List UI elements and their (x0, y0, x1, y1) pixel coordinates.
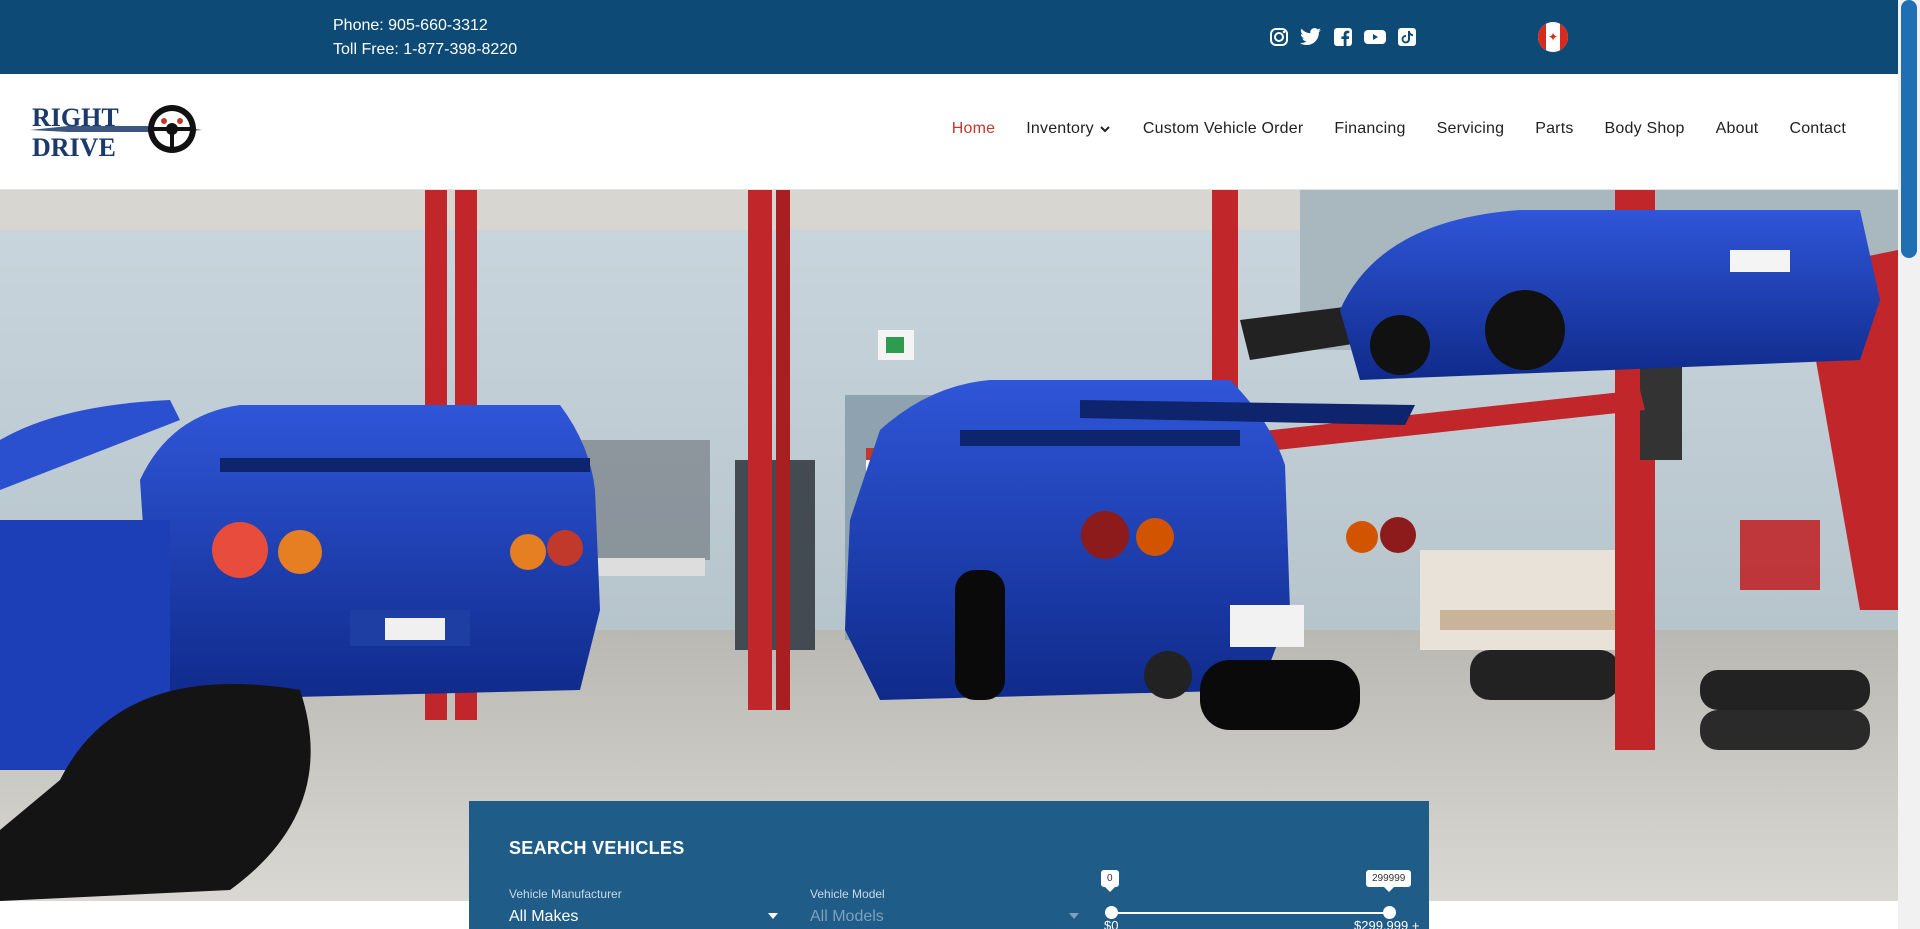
tiktok-icon[interactable] (1396, 26, 1418, 48)
nav-servicing[interactable]: Servicing (1437, 120, 1505, 138)
nav-inventory[interactable]: Inventory (1026, 120, 1112, 138)
manufacturer-label: Vehicle Manufacturer (509, 887, 622, 901)
search-title: SEARCH VEHICLES (509, 838, 685, 858)
nav-contact[interactable]: Contact (1789, 120, 1846, 138)
nav-custom-order-label: Custom Vehicle Order (1142, 120, 1304, 137)
canada-flag-icon[interactable]: ✦ (1538, 22, 1568, 52)
twitter-icon[interactable] (1300, 26, 1322, 48)
logo-text-right: RIGHT (32, 103, 119, 132)
top-bar: Phone: 905-660-3312 Toll Free: 1-877-398… (0, 0, 1898, 74)
nav-home-label: Home (951, 120, 996, 137)
phone-number[interactable]: Phone: 905-660-3312 (333, 14, 517, 38)
nav-contact-label: Contact (1789, 120, 1846, 137)
model-label: Vehicle Model (810, 887, 885, 901)
model-select[interactable]: All Models (810, 908, 884, 926)
nav-financing[interactable]: Financing (1334, 120, 1405, 138)
site-header: RIGHT DRIVE Home Inventory Custom Vehicl… (0, 74, 1898, 190)
instagram-icon[interactable] (1268, 26, 1290, 48)
nav-custom-vehicle-order[interactable]: Custom Vehicle Order (1143, 120, 1304, 138)
scrollbar-thumb[interactable] (1901, 0, 1917, 258)
hero-image (0, 190, 1898, 901)
nav-body-shop-label: Body Shop (1604, 120, 1685, 137)
nav-parts[interactable]: Parts (1535, 120, 1573, 138)
nav-financing-label: Financing (1334, 120, 1406, 137)
price-max-tooltip: 299999 (1366, 870, 1412, 892)
nav-home[interactable]: Home (952, 120, 995, 138)
chevron-down-icon (1100, 126, 1110, 133)
price-max-label: $299,999 + (1354, 918, 1420, 929)
model-caret-icon[interactable] (1069, 913, 1079, 919)
social-links (1268, 26, 1418, 48)
contact-phones: Phone: 905-660-3312 Toll Free: 1-877-398… (333, 14, 517, 62)
nav-about[interactable]: About (1716, 120, 1759, 138)
price-range-track[interactable] (1111, 912, 1389, 914)
nav-body-shop[interactable]: Body Shop (1605, 120, 1685, 138)
nav-about-label: About (1715, 120, 1759, 137)
youtube-icon[interactable] (1364, 26, 1386, 48)
facebook-icon[interactable] (1332, 26, 1354, 48)
nav-inventory-label: Inventory (1026, 120, 1094, 137)
manufacturer-select[interactable]: All Makes (509, 908, 578, 926)
page-scrollbar[interactable] (1898, 0, 1920, 929)
price-min-label: $0 (1104, 918, 1119, 929)
site-logo[interactable]: RIGHT DRIVE (28, 100, 204, 162)
search-vehicles-panel: SEARCH VEHICLES Vehicle Manufacturer All… (469, 801, 1429, 929)
steering-wheel-icon (148, 105, 196, 153)
price-min-tooltip: 0 (1101, 870, 1119, 892)
manufacturer-caret-icon[interactable] (768, 913, 778, 919)
toll-free-number[interactable]: Toll Free: 1-877-398-8220 (333, 38, 517, 62)
main-nav: Home Inventory Custom Vehicle Order Fina… (921, 120, 1846, 138)
nav-parts-label: Parts (1535, 120, 1574, 137)
logo-text-drive: DRIVE (32, 133, 116, 160)
nav-servicing-label: Servicing (1436, 120, 1505, 137)
